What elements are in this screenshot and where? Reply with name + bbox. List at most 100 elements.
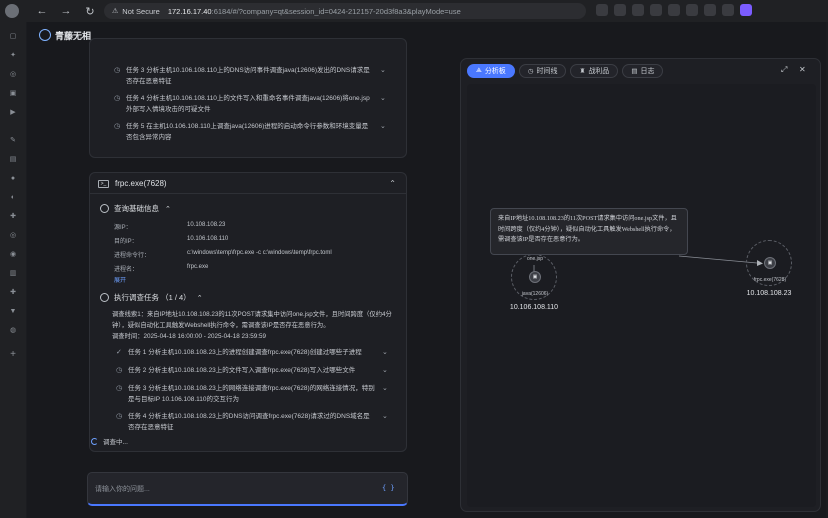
terminal-icon: >_	[98, 179, 109, 188]
divider	[90, 193, 406, 194]
extension-icon[interactable]	[596, 4, 608, 16]
app-name: 青藤无相	[55, 30, 92, 41]
chevron-down-icon[interactable]: ⌄	[380, 65, 386, 76]
previous-task-card: ◷ 任务 3 分析主机10.106.108.110上的DNS访问事件调查java…	[89, 38, 407, 158]
graph-node[interactable]: ▣ frpc.exe(7628) 10.108.108.23	[746, 240, 792, 297]
chat-icon[interactable]: ◉	[8, 249, 18, 259]
tab-timeline[interactable]: ◷ 时间线	[518, 64, 567, 78]
node-ring: one.jsp ▣ java(12606)	[511, 254, 557, 300]
add-icon[interactable]: +	[8, 349, 18, 360]
app-icon[interactable]: ▣	[8, 88, 18, 98]
chevron-down-icon[interactable]: ⌄	[380, 93, 386, 104]
trophy-icon: ♜	[579, 68, 586, 75]
collections-icon[interactable]	[704, 4, 716, 16]
loading-indicator: 调查中...	[91, 436, 128, 446]
pending-icon: ◷	[114, 67, 121, 74]
app-icon[interactable]: ▼	[8, 306, 18, 316]
globe-icon[interactable]: ◎	[8, 230, 18, 240]
logo-icon	[39, 29, 51, 41]
play-icon	[100, 293, 109, 302]
url-host: 172.16.17.40	[167, 6, 212, 16]
pending-icon: ◷	[116, 413, 123, 420]
favorites-icon[interactable]	[686, 4, 698, 16]
check-circle-icon: ✓	[116, 349, 122, 356]
reload-icon[interactable]: ↻	[82, 3, 98, 19]
field-row: 进程名： frpc.exe	[114, 264, 209, 273]
app-icon[interactable]: ◍	[8, 325, 18, 335]
search-icon	[100, 204, 109, 213]
chevron-up-icon[interactable]: ⌃	[197, 294, 203, 302]
chevron-down-icon[interactable]: ⌄	[382, 365, 388, 376]
extensions-icon[interactable]	[722, 4, 734, 16]
profile-avatar[interactable]	[5, 4, 19, 18]
app-icon[interactable]: ▤	[8, 154, 18, 164]
process-title: frpc.exe(7628)	[115, 179, 167, 188]
copilot-icon[interactable]	[740, 4, 752, 16]
chevron-up-icon[interactable]: ⌃	[389, 179, 396, 188]
url-path: :6184/#/?company=qt&session_id=0424-2121…	[211, 6, 461, 16]
investigation-clue: 调查线索1：来自IP地址10.108.108.23的11次POST请求集中访问o…	[112, 311, 392, 329]
pending-icon: ◷	[116, 385, 123, 392]
graph-icon: ⟁	[476, 67, 482, 74]
github-icon[interactable]: ●	[8, 173, 18, 183]
app-icon[interactable]: ✚	[8, 287, 18, 297]
question-input-box[interactable]: { }	[87, 472, 408, 506]
node-ip: 10.106.108.110	[509, 304, 559, 311]
field-row: 进程命令行： c:\windows\temp\frpc.exe -c c:\wi…	[114, 250, 332, 259]
expand-icon[interactable]: ⤢	[781, 65, 787, 75]
warning-icon: ⚠	[112, 8, 119, 15]
app-icon[interactable]: ▶	[8, 107, 18, 117]
log-icon: ▤	[631, 68, 638, 75]
close-icon[interactable]: ✕	[799, 65, 806, 74]
security-label: Not Secure	[122, 6, 160, 16]
chevron-up-icon[interactable]: ⌃	[165, 205, 171, 213]
investigation-time: 调查时间：2025-04-18 16:00:00 - 2025-04-18 23…	[112, 333, 267, 340]
graph-node[interactable]: one.jsp ▣ java(12606) 10.106.108.110	[510, 254, 558, 311]
analysis-panel: ⟁ 分析板 ◷ 时间线 ♜ 战利品 ▤ 日志 ⤢ ✕ one.jsp ▣ jav…	[460, 58, 821, 512]
browser-sidebar: ▢ ✦ ◎ ▣ ▶ ✎ ▤ ● ◐ ✚ ◎ ◉ ▥ ✚ ▼ ◍ +	[0, 22, 26, 518]
globe-icon[interactable]: ◎	[8, 69, 18, 79]
clock-icon: ◷	[527, 68, 534, 75]
chevron-down-icon[interactable]: ⌄	[380, 121, 386, 132]
address-bar[interactable]: ⚠ Not Secure 172.16.17.40 :6184/#/?compa…	[104, 3, 586, 19]
tab-loot[interactable]: ♜ 战利品	[570, 64, 619, 78]
tabs-icon[interactable]: ▢	[8, 31, 18, 41]
process-card-header[interactable]: >_ frpc.exe(7628)	[98, 179, 167, 188]
exec-task-section[interactable]: 执行调查任务 （1 / 4） ⌃	[100, 292, 203, 303]
extension-icon[interactable]	[614, 4, 626, 16]
app-icon[interactable]: ✚	[8, 211, 18, 221]
spinner-icon	[91, 437, 98, 445]
send-icon[interactable]: { }	[382, 484, 395, 492]
chat-column: ◷ 任务 3 分析主机10.106.108.110上的DNS访问事件调查java…	[89, 38, 408, 518]
process-node-icon: ▣	[529, 271, 541, 283]
tab-analysis-board[interactable]: ⟁ 分析板	[467, 64, 515, 78]
node-ring: ▣ frpc.exe(7628)	[746, 240, 792, 286]
expand-link[interactable]: 展开	[114, 275, 126, 284]
chevron-down-icon[interactable]: ⌄	[382, 383, 388, 394]
tab-log[interactable]: ▤ 日志	[622, 64, 664, 78]
graph-canvas[interactable]: one.jsp ▣ java(12606) 10.106.108.110 ▣ f…	[467, 84, 816, 507]
field-row: 源IP： 10.108.108.23	[114, 222, 226, 231]
app-icon[interactable]: ✦	[8, 50, 18, 60]
forward-icon[interactable]: →	[58, 3, 74, 19]
app-page: 青藤无相 ◷ 任务 3 分析主机10.106.108.110上的DNS访问事件调…	[27, 22, 826, 518]
pending-icon: ◷	[114, 123, 121, 130]
panel-tabs: ⟁ 分析板 ◷ 时间线 ♜ 战利品 ▤ 日志	[467, 64, 664, 78]
field-row: 目的IP： 10.106.108.110	[114, 236, 229, 245]
app-icon[interactable]: ▥	[8, 268, 18, 278]
pending-icon: ◷	[116, 367, 123, 374]
extension-icon[interactable]	[650, 4, 662, 16]
back-icon[interactable]: ←	[34, 3, 50, 19]
extension-icon[interactable]	[668, 4, 680, 16]
basic-info-section[interactable]: 查询基础信息 ⌃	[100, 203, 171, 214]
chevron-down-icon[interactable]: ⌄	[382, 347, 388, 358]
extension-icon[interactable]	[632, 4, 644, 16]
chevron-down-icon[interactable]: ⌄	[382, 411, 388, 422]
browser-toolbar: ← → ↻ ⚠ Not Secure 172.16.17.40 :6184/#/…	[0, 0, 828, 22]
question-input[interactable]	[95, 482, 365, 496]
app-icon[interactable]: ◐	[8, 192, 18, 202]
pending-icon: ◷	[114, 95, 121, 102]
app-icon[interactable]: ✎	[8, 135, 18, 145]
node-tooltip: 来自IP地址10.108.108.23的11次POST请求集中访问one.jsp…	[490, 208, 688, 255]
process-card: >_ frpc.exe(7628) ⌃ 查询基础信息 ⌃ 源IP： 10.108…	[89, 172, 407, 452]
